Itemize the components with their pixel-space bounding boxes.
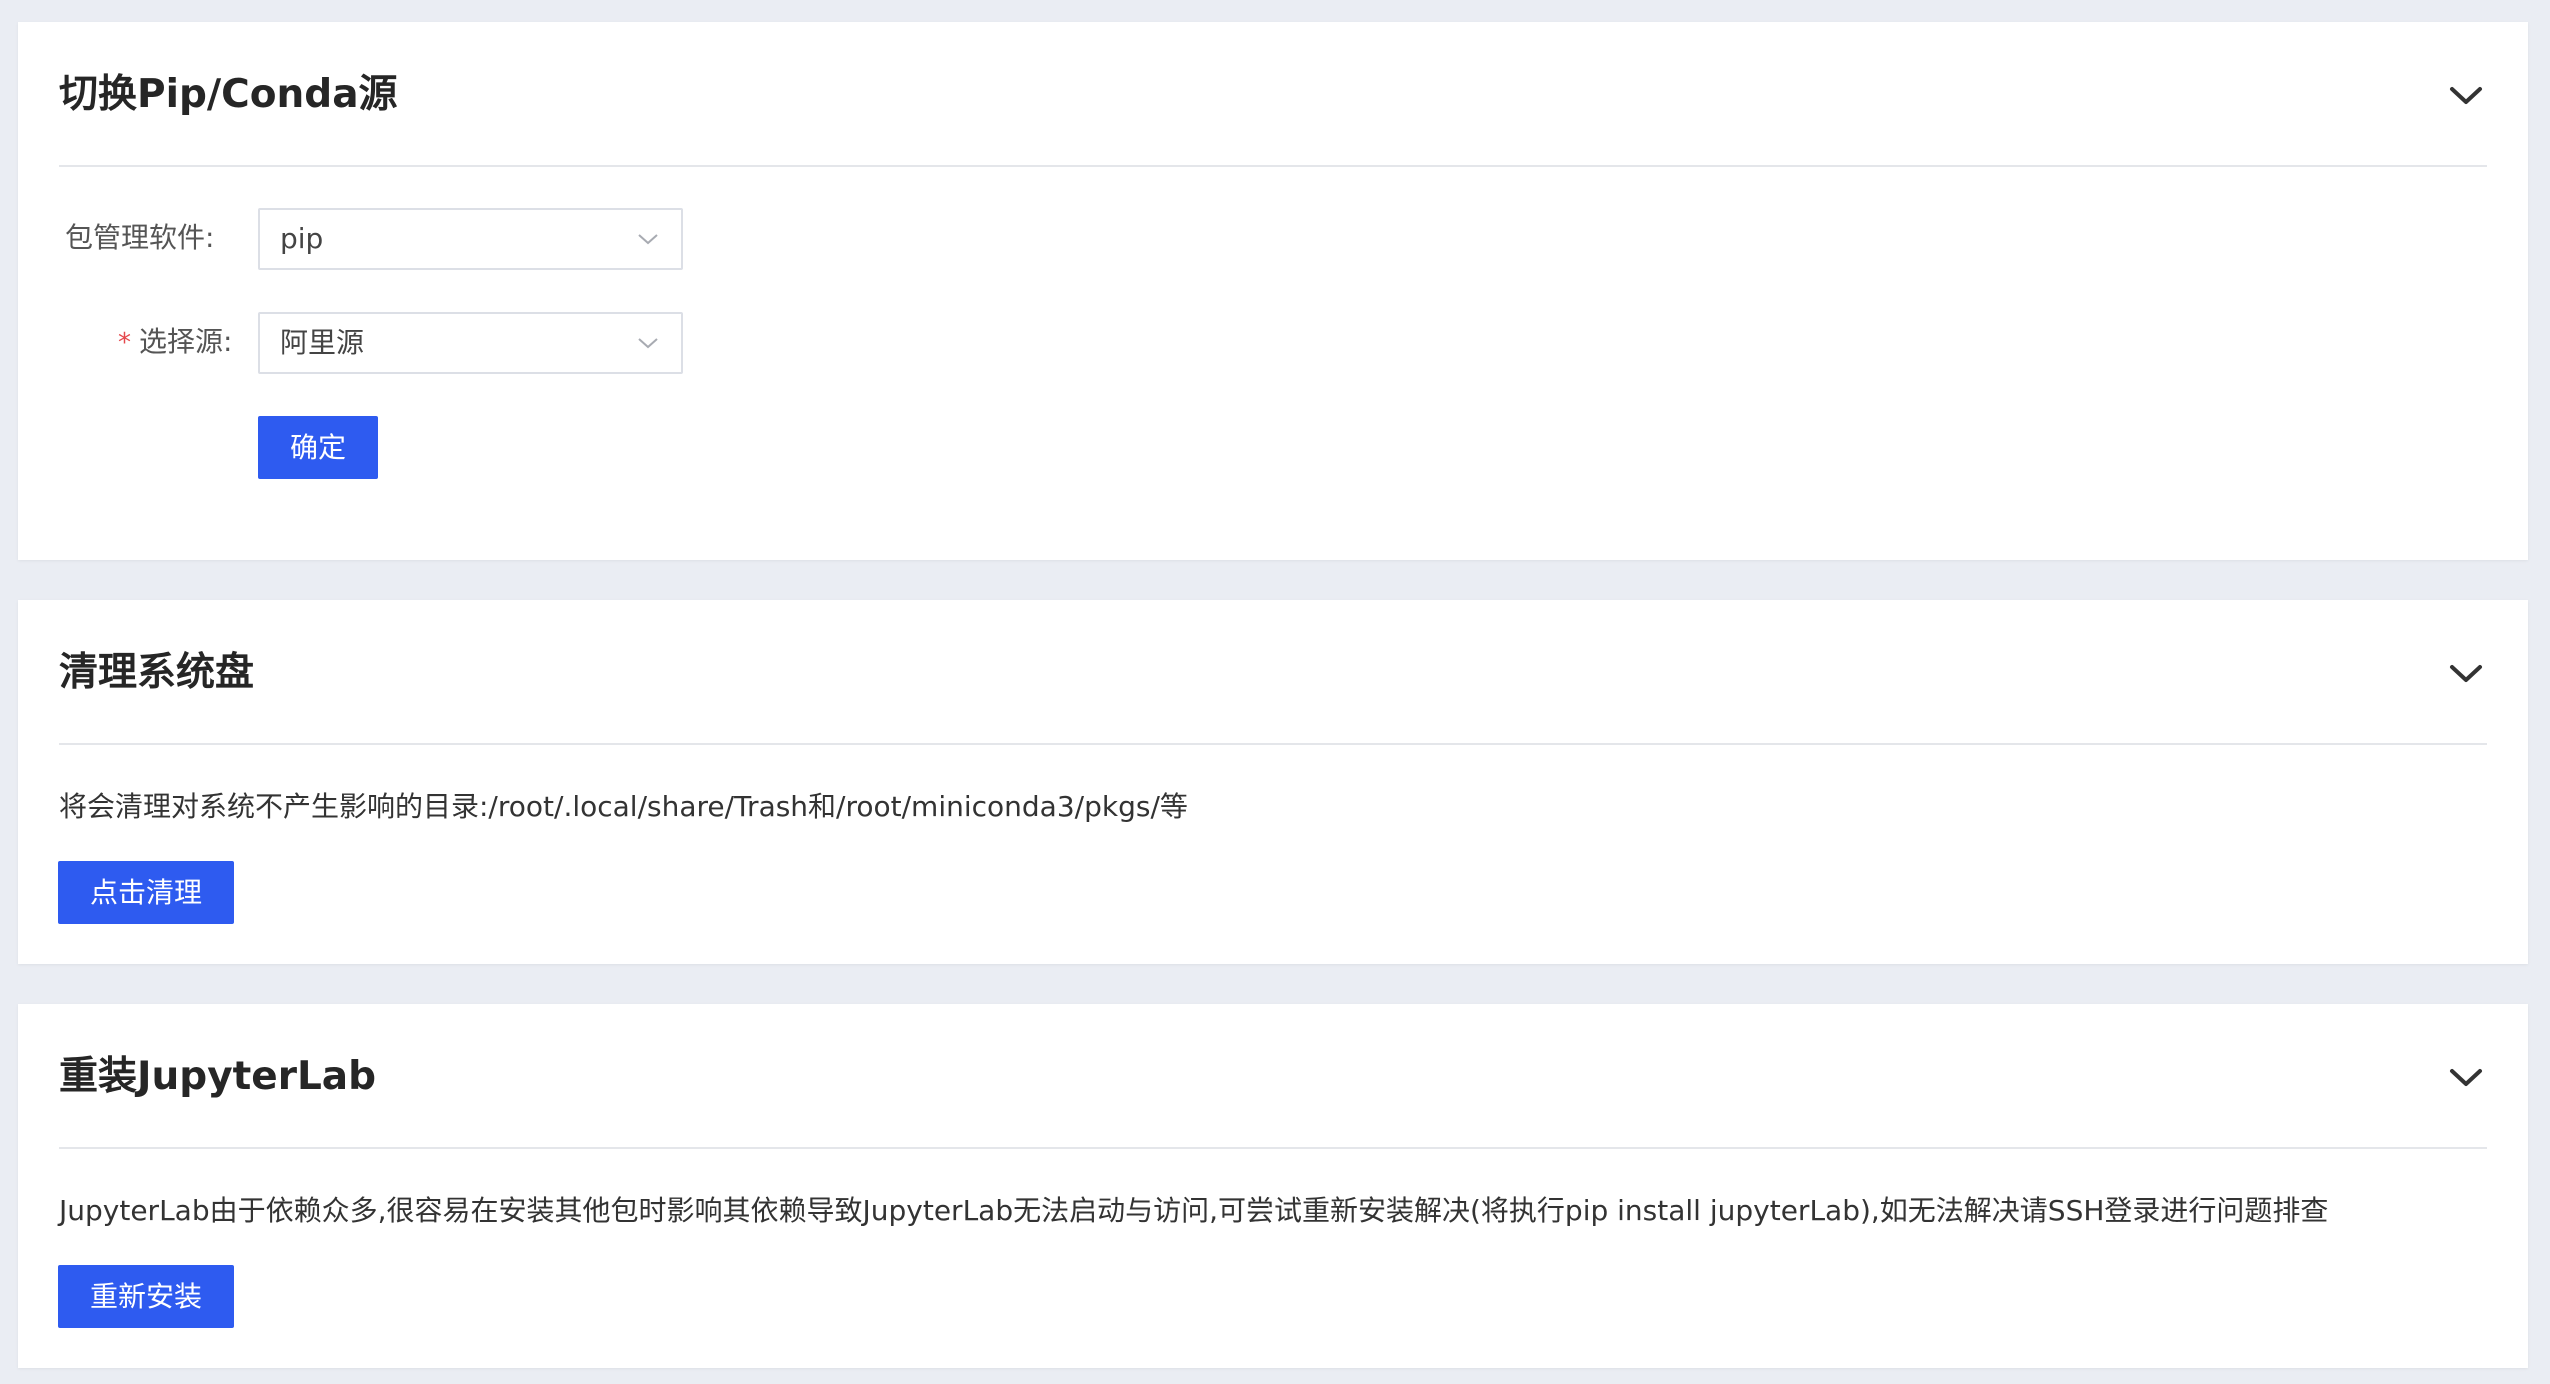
- clean-description: 将会清理对系统不产生影响的目录:/root/.local/share/Trash…: [59, 790, 1188, 823]
- divider: [59, 165, 2487, 167]
- card-title: 切换Pip/Conda源: [59, 72, 398, 117]
- collapse-toggle[interactable]: [2446, 654, 2486, 694]
- confirm-button[interactable]: 确定: [258, 416, 378, 479]
- required-mark: *: [118, 328, 131, 358]
- source-label: * 选择源:: [118, 325, 233, 358]
- divider: [59, 1147, 2487, 1149]
- chevron-down-icon: [2450, 87, 2482, 104]
- reinstall-jupyterlab-card: 重装JupyterLab JupyterLab由于依赖众多,很容易在安装其他包时…: [18, 1004, 2528, 1368]
- card-title: 清理系统盘: [59, 650, 255, 695]
- chevron-down-icon: [2450, 1069, 2482, 1086]
- reinstall-button[interactable]: 重新安装: [58, 1265, 234, 1328]
- package-manager-select[interactable]: pip: [258, 208, 683, 270]
- clean-disk-card: 清理系统盘 将会清理对系统不产生影响的目录:/root/.local/share…: [18, 600, 2528, 964]
- clean-button[interactable]: 点击清理: [58, 861, 234, 924]
- divider: [59, 743, 2487, 745]
- chevron-down-icon: [638, 234, 658, 245]
- package-manager-label: 包管理软件:: [65, 221, 215, 254]
- source-select[interactable]: 阿里源: [258, 312, 683, 374]
- pip-conda-source-card: 切换Pip/Conda源 包管理软件: pip * 选择源: 阿里源 确定: [18, 22, 2528, 560]
- chevron-down-icon: [2450, 665, 2482, 682]
- chevron-down-icon: [638, 338, 658, 349]
- package-manager-value: pip: [280, 222, 324, 255]
- reinstall-description: JupyterLab由于依赖众多,很容易在安装其他包时影响其依赖导致Jupyte…: [59, 1194, 2329, 1227]
- source-value: 阿里源: [280, 326, 365, 359]
- collapse-toggle[interactable]: [2446, 1058, 2486, 1098]
- card-title: 重装JupyterLab: [59, 1054, 377, 1099]
- collapse-toggle[interactable]: [2446, 76, 2486, 116]
